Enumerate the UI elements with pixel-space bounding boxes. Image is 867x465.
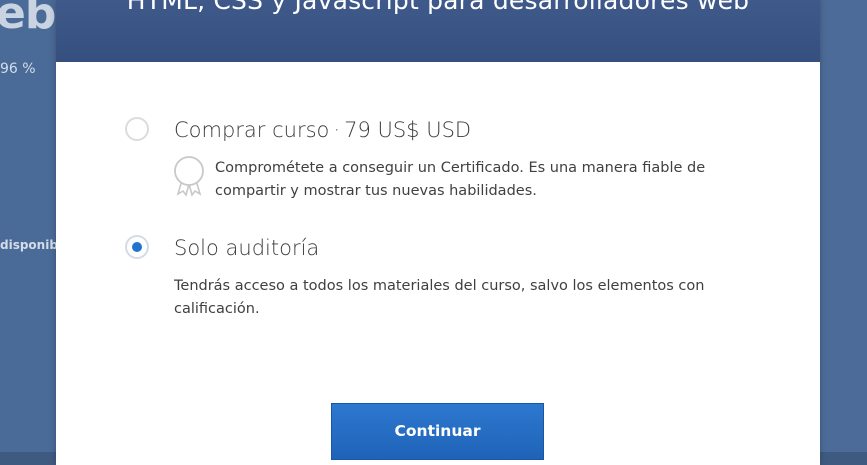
buy-course-description: Comprométete a conseguir un Certificado.… [215, 160, 706, 199]
continue-button[interactable]: Continuar [331, 403, 544, 460]
modal-title: HTML, CSS y Javascript para desarrollado… [126, 0, 750, 15]
background-right-panel [820, 0, 867, 465]
background-availability: disponibl [0, 238, 63, 252]
certificate-ribbon-icon [174, 156, 204, 197]
buy-course-radio[interactable] [125, 117, 149, 141]
audit-only-description: Tendrás acceso a todos los materiales de… [174, 278, 705, 317]
buy-course-title: Comprar curso [174, 118, 330, 142]
background-percent: 96 % [0, 61, 36, 77]
price-separator: · [333, 118, 341, 142]
modal-header: HTML, CSS y Javascript para desarrollado… [56, 0, 820, 62]
enrollment-modal: HTML, CSS y Javascript para desarrollado… [56, 0, 820, 465]
course-price: 79 US$ USD [344, 118, 472, 142]
audit-only-radio[interactable] [125, 235, 149, 259]
background-heading: eb [0, 0, 56, 39]
audit-only-option-label[interactable]: Solo auditoría [174, 236, 319, 260]
buy-course-option-label[interactable]: Comprar curso · 79 US$ USD [174, 118, 471, 142]
